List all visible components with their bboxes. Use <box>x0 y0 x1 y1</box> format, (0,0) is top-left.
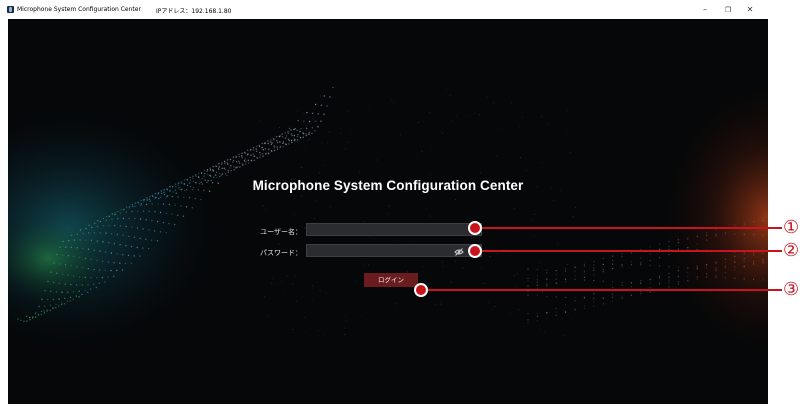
callout-2: ② <box>783 240 800 261</box>
callout-3: ③ <box>783 279 800 300</box>
callout-1: ① <box>783 217 800 238</box>
callout-lines <box>414 221 782 297</box>
